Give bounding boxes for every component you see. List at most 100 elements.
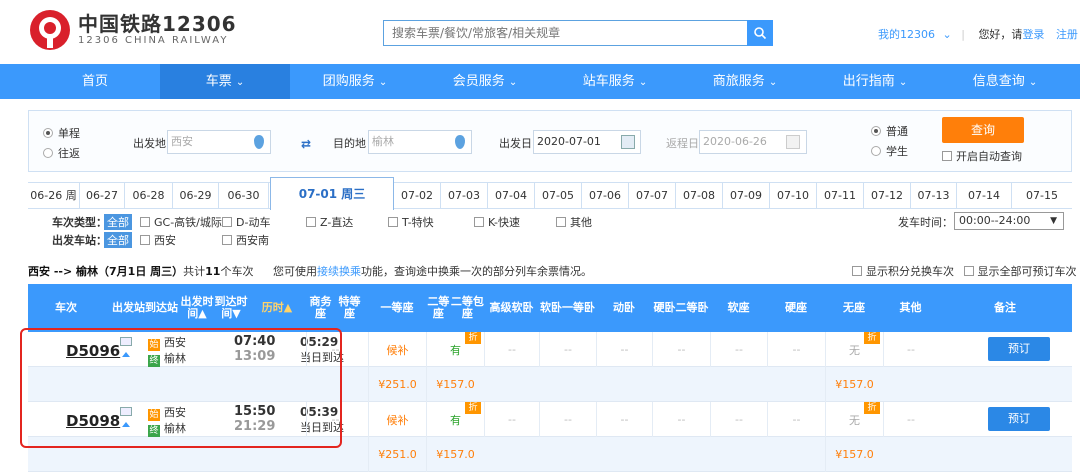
nav-guide[interactable]: 出行指南 ⌄: [810, 64, 940, 99]
date-tab[interactable]: 06-28: [125, 183, 173, 209]
book-button[interactable]: 预订: [988, 337, 1050, 361]
logo-title: 中国铁路12306: [78, 12, 237, 36]
seat-cell-second[interactable]: 有折: [426, 332, 484, 367]
checkbox-icon: [306, 217, 316, 227]
radio-icon: [43, 128, 53, 138]
my12306-link[interactable]: 我的12306: [878, 28, 935, 41]
price-cell: ¥157.0: [426, 367, 484, 402]
adult-radio[interactable]: 普通: [871, 123, 908, 139]
type-gc-checkbox[interactable]: GC-高铁/城际: [140, 214, 222, 230]
seat-cell-other: --: [883, 332, 938, 367]
date-tab[interactable]: 07-14: [957, 183, 1012, 209]
date-tab[interactable]: 07-09: [723, 183, 770, 209]
chevron-down-icon: ⌄: [638, 77, 648, 88]
column-header[interactable]: 出发时间▲ 到达时间▼: [180, 284, 248, 332]
checkbox-label: K-快速: [488, 216, 521, 229]
tip-text: 您可使用: [272, 265, 317, 278]
date-tab[interactable]: 07-12: [864, 183, 911, 209]
book-button[interactable]: 预订: [988, 407, 1050, 431]
train-count: 11: [205, 265, 221, 278]
checkbox-icon: [140, 235, 150, 245]
type-filter-label: 车次类型：: [52, 216, 107, 229]
chevron-down-icon: ⌄: [768, 77, 778, 88]
time-select[interactable]: 00:00--24:00 ▼: [954, 212, 1064, 230]
date-tab[interactable]: 07-04: [488, 183, 535, 209]
seat-cell-hard_seat: --: [767, 332, 825, 367]
from-label: 出发地: [133, 137, 166, 150]
nav-station[interactable]: 站车服务 ⌄: [550, 64, 680, 99]
type-d-checkbox[interactable]: D-动车: [222, 214, 270, 230]
logo[interactable]: 中国铁路12306 12306 CHINA RAILWAY: [30, 10, 237, 50]
radio-label: 单程: [58, 127, 80, 140]
type-z-checkbox[interactable]: Z-直达: [306, 214, 353, 230]
radio-label: 学生: [886, 145, 908, 158]
query-button[interactable]: 查询: [942, 117, 1024, 143]
seat-cell-first[interactable]: 候补: [368, 332, 426, 367]
nav-info[interactable]: 信息查询 ⌄: [940, 64, 1070, 99]
column-header: 其他: [899, 301, 922, 314]
points-checkbox[interactable]: 显示积分兑换车次: [852, 265, 954, 278]
date-tab[interactable]: 06-26 周: [28, 183, 80, 209]
round-trip-radio[interactable]: 往返: [43, 145, 80, 161]
seat-cell-second[interactable]: 有折: [426, 402, 484, 437]
search-button[interactable]: [747, 20, 773, 46]
type-all-button[interactable]: 全部: [104, 214, 132, 230]
seat-cell-soft_seat: --: [710, 402, 767, 437]
time-filter-label: 发车时间：: [898, 216, 953, 229]
type-t-checkbox[interactable]: T-特快: [388, 214, 434, 230]
price-cell: ¥251.0: [368, 367, 426, 402]
column-header: 商务座 特等座: [309, 295, 361, 320]
user-links: 我的12306 ⌄ | 您好，请登录 注册: [878, 28, 1078, 41]
calendar-icon[interactable]: [786, 135, 800, 149]
date-tab[interactable]: 07-13: [911, 183, 957, 209]
date-tab[interactable]: 07-06: [582, 183, 629, 209]
date-tab-active[interactable]: 07-01 周三: [270, 177, 394, 210]
date-tab[interactable]: 07-03: [441, 183, 488, 209]
type-other-checkbox[interactable]: 其他: [556, 214, 592, 230]
login-link[interactable]: 登录: [1022, 28, 1044, 41]
swap-stations-icon[interactable]: ⇄: [301, 138, 317, 150]
station-all-button[interactable]: 全部: [104, 232, 132, 248]
seat-cell-soft_hi: --: [484, 332, 539, 367]
discount-badge: 折: [864, 402, 880, 414]
date-tab[interactable]: 06-27: [80, 183, 125, 209]
nav-member[interactable]: 会员服务 ⌄: [420, 64, 550, 99]
price-cell: ¥157.0: [825, 367, 883, 402]
calendar-icon[interactable]: [621, 135, 635, 149]
search-input[interactable]: [384, 21, 744, 45]
nav-label: 信息查询: [972, 74, 1025, 89]
date-tab[interactable]: 07-05: [535, 183, 582, 209]
column-header: 出发站 到达站: [112, 301, 178, 314]
auto-query-checkbox[interactable]: 开启自动查询: [942, 148, 1022, 164]
register-link[interactable]: 注册: [1056, 28, 1078, 41]
date-tab[interactable]: 07-10: [770, 183, 817, 209]
one-way-radio[interactable]: 单程: [43, 125, 80, 141]
station-xiannan-checkbox[interactable]: 西安南: [222, 232, 269, 248]
result-table-header: 车次 出发站 到达站 出发时间▲ 到达时间▼ 历时▲ 商务座 特等座 一等座 二等座 二等包座 高级软…: [28, 284, 1072, 332]
column-header: 无座: [843, 301, 865, 314]
date-tab[interactable]: 07-07: [629, 183, 676, 209]
column-header: 二等座 二等包座: [427, 295, 484, 320]
date-tab[interactable]: 07-15: [1012, 183, 1072, 209]
column-header: 硬卧 二等卧: [653, 301, 709, 314]
seat-cell-first[interactable]: 候补: [368, 402, 426, 437]
nav-business[interactable]: 商旅服务 ⌄: [680, 64, 810, 99]
date-tab[interactable]: 06-30: [219, 183, 269, 209]
date-tab[interactable]: 07-02: [394, 183, 441, 209]
date-tab[interactable]: 06-29: [173, 183, 219, 209]
date-tab[interactable]: 07-08: [676, 183, 723, 209]
checkbox-label: 开启自动查询: [956, 150, 1022, 163]
column-header[interactable]: 历时▲: [248, 284, 306, 332]
bookable-checkbox[interactable]: 显示全部可预订车次: [963, 265, 1077, 278]
radio-label: 普通: [886, 125, 908, 138]
nav-tickets[interactable]: 车票 ⌄: [160, 64, 290, 99]
highlight-box: [20, 328, 342, 448]
station-xian-checkbox[interactable]: 西安: [140, 232, 176, 248]
date-tab[interactable]: 07-11: [817, 183, 864, 209]
nav-group[interactable]: 团购服务 ⌄: [290, 64, 420, 99]
to-label: 目的地: [333, 137, 366, 150]
student-radio[interactable]: 学生: [871, 143, 908, 159]
type-k-checkbox[interactable]: K-快速: [474, 214, 520, 230]
nav-home[interactable]: 首页: [30, 64, 160, 99]
transfer-link[interactable]: 接续换乘: [317, 265, 361, 278]
